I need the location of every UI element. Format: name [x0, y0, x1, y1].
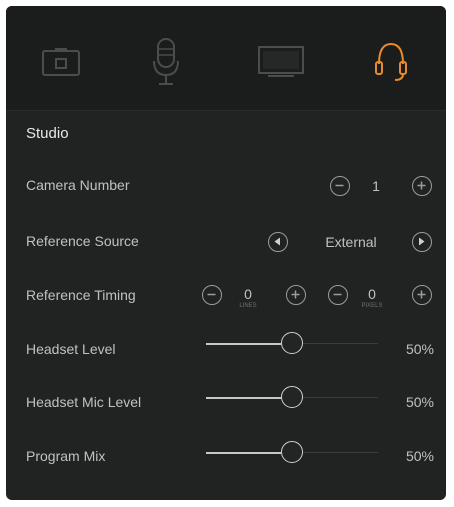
minus-icon	[335, 184, 344, 187]
program-mix-value: 50%	[405, 448, 434, 464]
headset-icon	[375, 42, 407, 81]
minus-icon	[207, 293, 216, 296]
microphone-icon	[153, 38, 179, 85]
reference-timing-label: Reference Timing	[26, 287, 136, 303]
timing-pixels-value: 0	[368, 286, 376, 302]
timing-lines-unit: LINES	[239, 303, 257, 309]
program-mix-label: Program Mix	[26, 448, 106, 464]
headset-mic-level-label: Headset Mic Level	[26, 394, 142, 410]
camera-icon	[42, 48, 80, 76]
slider-fill	[206, 452, 281, 454]
slider-fill	[206, 343, 281, 345]
plus-icon	[417, 181, 426, 190]
tab-audio[interactable]	[111, 6, 221, 110]
arrow-right-icon	[419, 237, 425, 246]
tab-headset[interactable]	[336, 6, 446, 110]
timing-pixels-unit: PIXELS	[361, 303, 383, 309]
slider-thumb[interactable]	[281, 332, 303, 354]
slider-thumb[interactable]	[281, 386, 303, 408]
slider-thumb[interactable]	[281, 441, 303, 463]
minus-icon	[333, 293, 342, 296]
timing-lines-decrement-button[interactable]	[202, 285, 222, 305]
tab-display[interactable]	[226, 6, 336, 110]
section-title: Studio	[26, 125, 69, 142]
reference-source-next-button[interactable]	[412, 232, 432, 252]
reference-source-prev-button[interactable]	[268, 232, 288, 252]
plus-icon	[417, 290, 426, 299]
tab-bar	[6, 6, 446, 111]
camera-number-label: Camera Number	[26, 177, 130, 193]
camera-number-decrement-button[interactable]	[330, 176, 350, 196]
timing-lines-increment-button[interactable]	[286, 285, 306, 305]
headset-level-slider[interactable]	[206, 332, 378, 356]
plus-icon	[291, 290, 300, 299]
timing-lines-value: 0	[244, 286, 252, 302]
arrow-left-icon	[274, 237, 280, 246]
tab-camera[interactable]	[6, 6, 116, 110]
headset-level-value: 50%	[405, 341, 434, 357]
program-mix-slider[interactable]	[206, 441, 378, 465]
headset-level-label: Headset Level	[26, 341, 116, 357]
slider-fill	[206, 397, 281, 399]
monitor-icon	[258, 46, 304, 77]
slider-track	[303, 343, 378, 344]
reference-source-label: Reference Source	[26, 233, 139, 249]
camera-number-increment-button[interactable]	[412, 176, 432, 196]
timing-pixels-decrement-button[interactable]	[328, 285, 348, 305]
slider-track	[303, 452, 378, 453]
headset-mic-level-slider[interactable]	[206, 386, 378, 410]
headset-mic-level-value: 50%	[405, 394, 434, 410]
settings-panel: Studio Camera Number 1 Reference Source …	[6, 6, 446, 500]
reference-source-value: External	[325, 234, 377, 250]
slider-track	[303, 397, 378, 398]
timing-pixels-increment-button[interactable]	[412, 285, 432, 305]
camera-number-value: 1	[372, 178, 380, 194]
